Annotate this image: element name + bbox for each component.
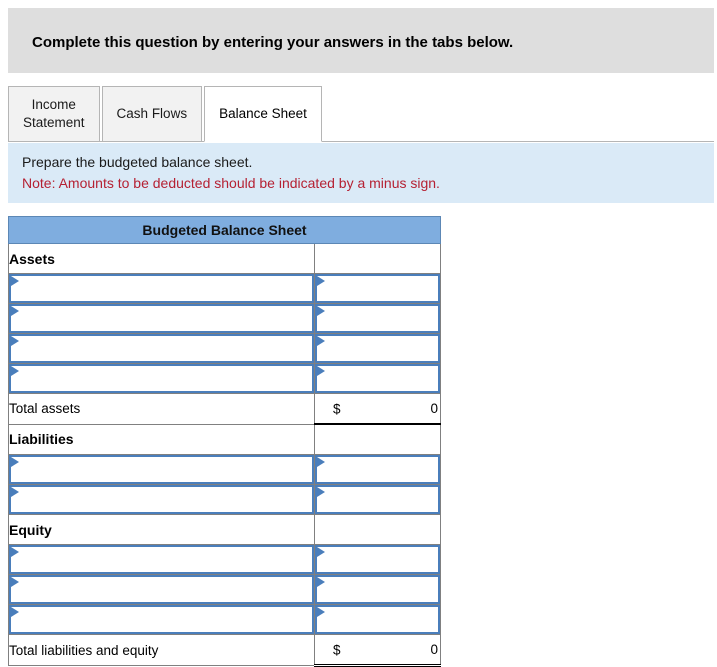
section-heading-label: Assets xyxy=(8,243,315,274)
answer-account-cell[interactable] xyxy=(8,604,315,635)
account-input-box[interactable] xyxy=(9,364,314,393)
answer-account-cell[interactable] xyxy=(8,454,315,485)
tab-cash-flows[interactable]: Cash Flows xyxy=(101,86,203,142)
amount-input-box[interactable] xyxy=(315,455,440,484)
amount-input[interactable] xyxy=(321,607,432,632)
amount-input-box[interactable] xyxy=(315,545,440,574)
amount-input-box[interactable] xyxy=(315,304,440,333)
tab-list: Income Statement Cash Flows Balance Sheet xyxy=(8,86,324,142)
table-row xyxy=(8,333,441,364)
amount-input[interactable] xyxy=(321,457,432,482)
total-row: Total liabilities and equity $0 xyxy=(8,634,441,667)
account-input[interactable] xyxy=(20,457,310,482)
amount-input[interactable] xyxy=(321,306,432,331)
answer-amount-cell[interactable] xyxy=(314,604,441,635)
amount-input-box[interactable] xyxy=(315,274,440,303)
answer-amount-cell[interactable] xyxy=(314,484,441,515)
account-input-box[interactable] xyxy=(9,605,314,634)
answer-amount-cell[interactable] xyxy=(314,574,441,605)
section-heading-blank-cell xyxy=(314,514,441,545)
answer-account-cell[interactable] xyxy=(8,574,315,605)
amount-input[interactable] xyxy=(321,336,432,361)
table-row xyxy=(8,544,441,575)
amount-input[interactable] xyxy=(321,366,432,391)
answer-account-cell[interactable] xyxy=(8,273,315,304)
answer-amount-cell[interactable] xyxy=(314,544,441,575)
account-input-box[interactable] xyxy=(9,274,314,303)
section-heading-label: Equity xyxy=(8,514,315,545)
currency-symbol: $ xyxy=(333,401,341,416)
amount-input-box[interactable] xyxy=(315,485,440,514)
amount-input[interactable] xyxy=(321,276,432,301)
budgeted-balance-sheet-table: Budgeted Balance Sheet Assets Total asset… xyxy=(8,216,441,667)
account-input[interactable] xyxy=(20,547,310,572)
account-input[interactable] xyxy=(20,607,310,632)
section-heading-row: Liabilities xyxy=(8,423,441,455)
account-input[interactable] xyxy=(20,487,310,512)
tab-balance-sheet[interactable]: Balance Sheet xyxy=(204,86,322,142)
total-row: Total assets $0 xyxy=(8,393,441,425)
currency-symbol: $ xyxy=(333,642,341,657)
answer-amount-cell[interactable] xyxy=(314,454,441,485)
account-input[interactable] xyxy=(20,276,310,301)
section-heading-blank-cell xyxy=(314,423,441,455)
amount-input[interactable] xyxy=(321,547,432,572)
question-instruction-text: Complete this question by entering your … xyxy=(32,34,514,51)
table-row xyxy=(8,574,441,605)
tab-income-statement[interactable]: Income Statement xyxy=(8,86,100,142)
amount-input[interactable] xyxy=(321,577,432,602)
requirement-prompt: Prepare the budgeted balance sheet. xyxy=(22,154,253,170)
table-row xyxy=(8,484,441,515)
amount-input[interactable] xyxy=(321,487,432,512)
answer-account-cell[interactable] xyxy=(8,303,315,334)
section-heading-blank-cell xyxy=(314,243,441,274)
tab-strip: Income Statement Cash Flows Balance Sheet xyxy=(8,86,714,143)
account-input[interactable] xyxy=(20,306,310,331)
amount-input-box[interactable] xyxy=(315,605,440,634)
account-input-box[interactable] xyxy=(9,334,314,363)
account-input-box[interactable] xyxy=(9,575,314,604)
table-row xyxy=(8,454,441,485)
answer-account-cell[interactable] xyxy=(8,484,315,515)
requirement-panel: Prepare the budgeted balance sheet. Note… xyxy=(8,143,714,203)
table-row xyxy=(8,363,441,394)
answer-account-cell[interactable] xyxy=(8,544,315,575)
account-input[interactable] xyxy=(20,336,310,361)
amount-input-box[interactable] xyxy=(315,364,440,393)
answer-account-cell[interactable] xyxy=(8,333,315,364)
total-value-cell: $0 xyxy=(314,393,441,425)
account-input-box[interactable] xyxy=(9,485,314,514)
total-value-cell: $0 xyxy=(314,634,441,667)
section-heading-label: Liabilities xyxy=(8,423,315,455)
answer-account-cell[interactable] xyxy=(8,363,315,394)
account-input-box[interactable] xyxy=(9,455,314,484)
section-heading-row: Equity xyxy=(8,514,441,545)
amount-input-box[interactable] xyxy=(315,334,440,363)
table-row xyxy=(8,604,441,635)
total-label: Total liabilities and equity xyxy=(8,634,315,666)
answer-amount-cell[interactable] xyxy=(314,273,441,304)
table-row xyxy=(8,303,441,334)
amount-input-box[interactable] xyxy=(315,575,440,604)
total-label: Total assets xyxy=(8,393,315,425)
table-title: Budgeted Balance Sheet xyxy=(8,216,441,244)
table-row xyxy=(8,273,441,304)
account-input[interactable] xyxy=(20,366,310,391)
question-instruction-banner: Complete this question by entering your … xyxy=(8,8,714,73)
answer-amount-cell[interactable] xyxy=(314,333,441,364)
account-input-box[interactable] xyxy=(9,545,314,574)
requirement-note: Note: Amounts to be deducted should be i… xyxy=(22,175,440,191)
account-input[interactable] xyxy=(20,577,310,602)
section-heading-row: Assets xyxy=(8,243,441,274)
answer-amount-cell[interactable] xyxy=(314,303,441,334)
table-title-row: Budgeted Balance Sheet xyxy=(8,216,441,244)
account-input-box[interactable] xyxy=(9,304,314,333)
answer-amount-cell[interactable] xyxy=(314,363,441,394)
tab-strip-baseline xyxy=(8,141,714,142)
